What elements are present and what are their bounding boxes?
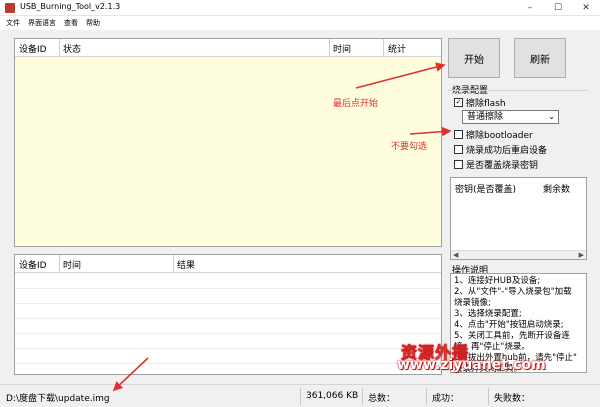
help-line: 3、选择烧录配置; [454,309,522,319]
col-time[interactable]: 时间 [333,42,351,55]
help-line: 烧录镜像; [454,298,491,308]
menu-bar: 文件 界面语言 查看 帮助 [0,16,600,30]
status-file-size: 361,066 KB [306,391,359,401]
table-row [15,333,441,334]
erase-bootloader-label: 擦除bootloader [466,131,533,141]
watermark: 资源外播 www.ziyuanet.com [397,339,600,379]
app-icon [5,3,15,13]
key-list[interactable]: 密钥(是否覆盖) 剩余数 ◀ ▶ [450,177,587,260]
menu-help[interactable]: 帮助 [86,18,100,28]
menu-view[interactable]: 查看 [64,18,78,28]
checkbox-icon[interactable] [454,160,463,169]
close-icon[interactable]: ✕ [572,0,600,16]
device-list[interactable]: 设备ID 状态 时间 统计 [14,38,442,247]
window-title: USB_Burning_Tool_v2.1.3 [20,2,121,11]
checkbox-icon[interactable] [454,145,463,154]
table-row [15,318,441,319]
status-bar: D:\度盘下载\update.img 361,066 KB 总数： 成功： 失败… [0,384,600,407]
divider [448,90,588,91]
chevron-down-icon[interactable]: ⌄ [548,111,555,123]
refresh-button[interactable]: 刷新 [514,38,566,78]
erase-bootloader-checkbox[interactable]: 擦除bootloader [454,128,533,141]
col-status[interactable]: 状态 [63,42,81,55]
reboot-after-checkbox[interactable]: 烧录成功后重启设备 [454,143,547,156]
col-result-result[interactable]: 结果 [177,258,195,271]
annotation-start-hint: 最后点开始 [333,99,379,109]
erase-mode-select[interactable]: 普通擦除 ⌄ [462,110,559,124]
start-button[interactable]: 开始 [448,38,500,78]
erase-flash-label: 擦除flash [466,99,506,109]
col-device-id[interactable]: 设备ID [19,42,47,55]
col-remaining[interactable]: 剩余数 [543,182,570,195]
menu-file[interactable]: 文件 [6,18,20,28]
minimize-icon[interactable]: – [516,0,544,16]
horizontal-scrollbar[interactable]: ◀ ▶ [451,250,586,259]
help-line: 4、点击"开始"按钮启动烧录; [454,320,564,330]
reboot-after-label: 烧录成功后重启设备 [466,146,548,156]
status-image-path: D:\度盘下载\update.img [6,394,110,404]
col-stats[interactable]: 统计 [388,42,406,55]
scroll-left-icon[interactable]: ◀ [453,251,458,259]
watermark-url: www.ziyuanet.com [397,357,546,373]
overwrite-key-checkbox[interactable]: 是否覆盖烧录密钥 [454,158,538,171]
erase-flash-checkbox[interactable]: ✓ 擦除flash [454,96,506,109]
help-line: 2、从"文件"-"导入烧录包"加载 [454,287,572,297]
status-fail: 失败数： [494,394,531,404]
table-row [15,303,441,304]
erase-mode-value: 普通擦除 [467,112,504,122]
result-list[interactable]: 设备ID 时间 结果 [14,254,442,375]
maximize-icon[interactable]: ☐ [544,0,572,16]
col-key[interactable]: 密钥(是否覆盖) [455,182,516,195]
status-success: 成功： [432,394,460,404]
table-row [15,348,441,349]
checkbox-checked-icon[interactable]: ✓ [454,98,463,107]
status-total: 总数： [368,394,396,404]
result-list-header: 设备ID 时间 结果 [15,255,441,273]
checkbox-icon[interactable] [454,130,463,139]
table-row [15,288,441,289]
col-result-time[interactable]: 时间 [63,258,81,271]
annotation-bootloader-hint: 不要勾选 [391,142,428,152]
help-line: 1、连接好HUB及设备; [454,276,541,286]
overwrite-key-label: 是否覆盖烧录密钥 [466,161,539,171]
menu-language[interactable]: 界面语言 [28,18,56,28]
device-list-header: 设备ID 状态 时间 统计 [15,39,441,57]
col-result-device-id[interactable]: 设备ID [19,258,47,271]
device-list-body[interactable] [15,57,441,246]
title-bar: USB_Burning_Tool_v2.1.3 – ☐ ✕ [0,0,600,16]
table-row [15,363,441,364]
scroll-right-icon[interactable]: ▶ [579,251,584,259]
